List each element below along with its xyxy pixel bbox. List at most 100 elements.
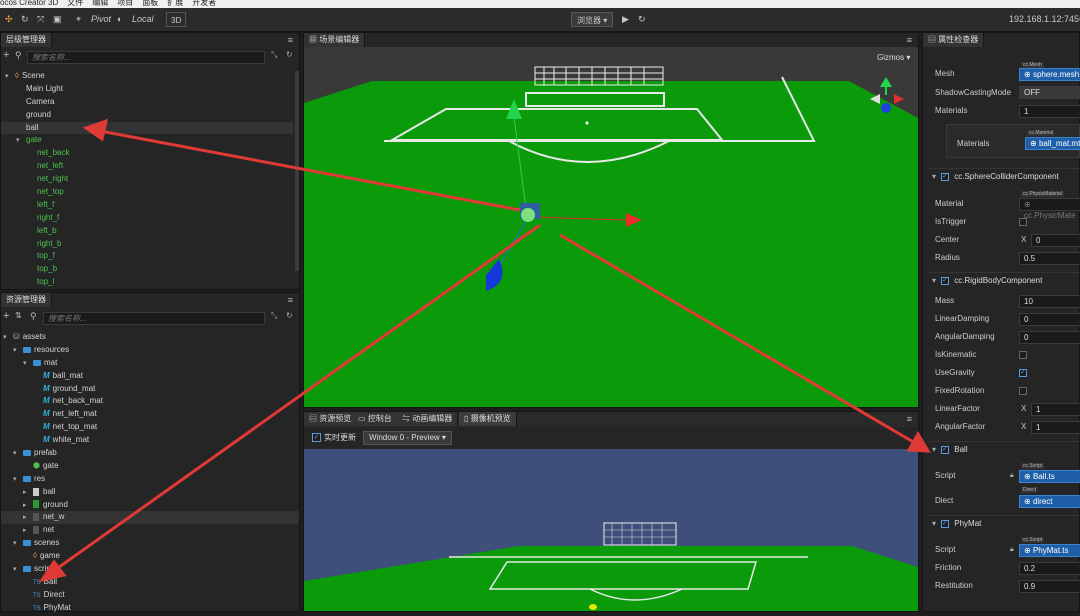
menu-item[interactable]: 开发者 (192, 0, 216, 7)
hierarchy-node[interactable]: right_f (1, 212, 293, 225)
hierarchy-node[interactable]: right_b (1, 238, 293, 251)
rotate-tool-icon[interactable]: ↻ (21, 12, 29, 27)
panel-menu-icon[interactable]: ≡ (907, 33, 912, 47)
preview-tab[interactable]: ⇋ 动画编辑器 (397, 412, 459, 426)
asset-item[interactable]: Mwhite_mat (1, 434, 299, 447)
preview-tab[interactable]: ▭ 控制台 (353, 412, 398, 426)
asset-item[interactable]: ▾ resources (1, 344, 299, 357)
asset-item[interactable]: ▾ res (1, 473, 299, 486)
menu-item[interactable]: 扩展 (167, 0, 183, 7)
hierarchy-node[interactable]: net_top (1, 186, 293, 199)
preview-tab[interactable]: ▯ 摄像机预览 (459, 412, 517, 426)
hierarchy-node[interactable]: top_b (1, 263, 293, 276)
local-toggle[interactable]: Local (132, 12, 154, 27)
hierarchy-tab[interactable]: 层级管理器 (1, 33, 52, 47)
expand-arrow-icon[interactable]: ▸ (23, 487, 33, 500)
window-select[interactable]: Window 0 - Preview ▾ (363, 431, 452, 445)
browser-select[interactable]: 浏览器 ▾ (571, 12, 614, 27)
hierarchy-node[interactable]: net_left (1, 160, 293, 173)
scene-viewport[interactable] (304, 47, 919, 408)
add-icon[interactable]: + (3, 49, 9, 61)
panel-menu-icon[interactable]: ≡ (288, 293, 293, 307)
asset-item[interactable]: ▸ ball (1, 486, 299, 499)
menu-item[interactable]: ocos Creator 3D (0, 0, 58, 7)
assets-search-input[interactable]: 搜索名称... (43, 312, 265, 325)
asset-item[interactable]: TS PhyMat (1, 602, 299, 615)
3d-toggle[interactable]: 3D (166, 12, 187, 27)
node-label: Scene (21, 71, 45, 80)
hierarchy-node[interactable]: top_l (1, 276, 293, 289)
refresh-icon[interactable]: ↻ (286, 50, 293, 59)
asset-item[interactable]: Mnet_left_mat (1, 408, 299, 421)
preview-tab[interactable]: ▤ 资源预览 (304, 412, 358, 426)
hierarchy-node[interactable]: left_b (1, 225, 293, 238)
asset-item[interactable]: ▾ ⛁ assets (1, 331, 299, 344)
play-icon[interactable]: ▶ (622, 12, 629, 27)
realtime-checkbox[interactable]: ✓ (312, 433, 321, 442)
expand-arrow-icon[interactable]: ▾ (13, 538, 23, 551)
expand-arrow-icon[interactable]: ▾ (23, 358, 33, 371)
rect-tool-icon[interactable]: ▣ (53, 12, 62, 27)
asset-item[interactable]: Mball_mat (1, 370, 299, 383)
hierarchy-node[interactable]: Camera (1, 96, 293, 109)
expand-arrow-icon[interactable]: ▾ (13, 345, 23, 358)
hierarchy-node[interactable]: ball (1, 121, 293, 135)
hierarchy-node[interactable]: ground (1, 109, 293, 122)
expand-arrow-icon[interactable]: ▾ (3, 332, 13, 345)
menu-item[interactable]: 编辑 (92, 0, 108, 7)
asset-item[interactable]: Mnet_back_mat (1, 395, 299, 408)
asset-item[interactable]: Mground_mat (1, 383, 299, 396)
asset-item[interactable]: ▸ net (1, 524, 299, 537)
asset-item[interactable]: ▾ scenes (1, 537, 299, 550)
asset-item[interactable]: ▾ scripts (1, 563, 299, 576)
hierarchy-search-input[interactable]: 搜索名称... (27, 51, 265, 64)
collapse-icon[interactable]: ⤡ (271, 311, 277, 321)
menu-bar: ocos Creator 3D 文件 编辑 项目 面板 扩展 开发者 (0, 0, 1080, 8)
asset-item[interactable]: ▾ mat (1, 357, 299, 370)
node-label: left_f (37, 199, 55, 209)
inspector-tab[interactable]: ▤ 属性检查器 (923, 33, 985, 47)
asset-label: PhyMat (43, 602, 71, 612)
panel-menu-icon[interactable]: ≡ (907, 412, 912, 426)
asset-item[interactable]: TS Direct (1, 589, 299, 602)
asset-item[interactable]: ▸ net_w (1, 511, 299, 525)
menu-item[interactable]: 文件 (67, 0, 83, 7)
sort-icon[interactable]: ⇅ (15, 311, 22, 320)
menu-item[interactable]: 项目 (117, 0, 133, 7)
refresh-icon[interactable]: ↻ (286, 311, 293, 320)
hierarchy-node[interactable]: net_right (1, 173, 293, 186)
asset-label: ball (43, 486, 56, 496)
asset-item[interactable]: TS Ball (1, 576, 299, 589)
scrollbar[interactable] (295, 71, 299, 271)
expand-arrow-icon[interactable]: ▾ (13, 448, 23, 461)
move-tool-icon[interactable]: ✣ (5, 12, 13, 27)
menu-item[interactable]: 面板 (142, 0, 158, 7)
scene-tab[interactable]: ▦ 场景编辑器 (304, 33, 366, 47)
pivot-toggle[interactable]: Pivot (91, 12, 111, 27)
hierarchy-node[interactable]: top_f (1, 250, 293, 263)
asset-item[interactable]: ⬢ gate (1, 460, 299, 473)
add-icon[interactable]: + (3, 310, 9, 322)
asset-item[interactable]: ▾ prefab (1, 447, 299, 460)
expand-arrow-icon[interactable]: ▾ (16, 135, 26, 148)
collapse-icon[interactable]: ⤡ (271, 50, 277, 60)
hierarchy-node[interactable]: net_back (1, 147, 293, 160)
assets-tab[interactable]: 资源管理器 (1, 293, 52, 307)
hierarchy-node[interactable]: Main Light (1, 83, 293, 96)
hierarchy-node[interactable]: left_f (1, 199, 293, 212)
gizmos-menu[interactable]: Gizmos ▾ (877, 53, 910, 62)
asset-item[interactable]: ◊ game (1, 550, 299, 563)
scale-tool-icon[interactable]: ⤧ (37, 12, 44, 27)
hierarchy-node[interactable]: ▾ ◊ Scene (1, 70, 293, 83)
asset-item[interactable]: Mnet_top_mat (1, 421, 299, 434)
tab-label: 动画编辑器 (412, 414, 453, 423)
panel-menu-icon[interactable]: ≡ (288, 33, 293, 47)
expand-arrow-icon[interactable]: ▾ (5, 71, 15, 84)
hierarchy-node[interactable]: ▾ gate (1, 134, 293, 147)
refresh-icon[interactable]: ↻ (638, 12, 646, 27)
expand-arrow-icon[interactable]: ▾ (13, 564, 23, 577)
search-icon: ⚲ (30, 311, 37, 321)
asset-item[interactable]: ▸ ground (1, 499, 299, 512)
expand-arrow-icon[interactable]: ▾ (13, 474, 23, 487)
tab-icon: ▯ (464, 414, 471, 423)
